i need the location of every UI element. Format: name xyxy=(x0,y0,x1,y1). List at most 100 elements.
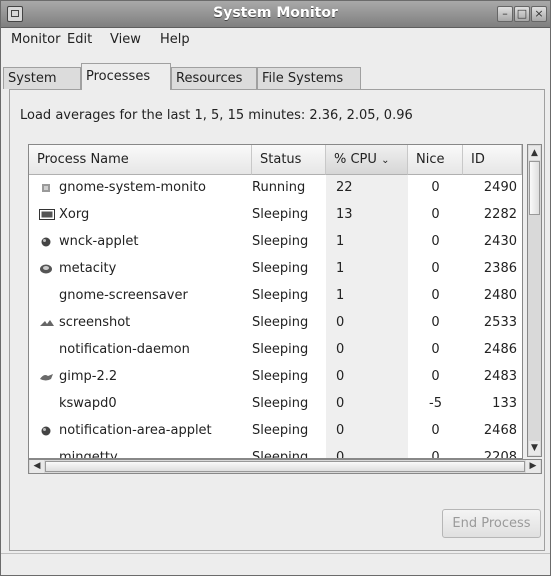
process-name-cell: notification-area-applet xyxy=(59,423,212,438)
tab-system[interactable]: System xyxy=(3,67,81,89)
pid-cell: 2486 xyxy=(483,342,517,357)
column-header-id[interactable]: ID xyxy=(463,145,522,175)
status-cell: Sleeping xyxy=(252,234,309,249)
status-cell: Sleeping xyxy=(252,369,309,384)
table-row[interactable]: Xorg Sleeping 13 0 2282 xyxy=(29,202,522,229)
table-row[interactable]: notification-area-applet Sleeping 0 0 2468 xyxy=(29,418,522,445)
status-cell: Sleeping xyxy=(252,423,309,438)
column-header-process-name-label: Process Name xyxy=(37,152,129,167)
process-name-cell: notification-daemon xyxy=(59,342,190,357)
process-name-cell: Xorg xyxy=(59,207,90,222)
nice-cell: 0 xyxy=(431,207,440,222)
process-name-cell: mingetty xyxy=(59,450,118,459)
table-row[interactable]: gnome-screensaver Sleeping 1 0 2480 xyxy=(29,283,522,310)
tab-file-systems[interactable]: File Systems xyxy=(257,67,361,89)
table-row[interactable]: mingetty Sleeping 0 0 2208 xyxy=(29,445,522,459)
column-header-process-name[interactable]: Process Name xyxy=(29,145,252,175)
window-title: System Monitor xyxy=(213,5,338,21)
process-name-cell: gimp-2.2 xyxy=(59,369,118,384)
close-button[interactable]: × xyxy=(531,6,547,22)
cpu-cell: 0 xyxy=(336,396,345,411)
process-name-cell: screenshot xyxy=(59,315,131,330)
menu-help[interactable]: Help xyxy=(160,32,190,47)
title-bar[interactable]: System Monitor – □ × xyxy=(1,1,550,28)
cpu-cell: 0 xyxy=(336,342,345,357)
table-row[interactable]: notification-daemon Sleeping 0 0 2486 xyxy=(29,337,522,364)
sort-descending-icon: ⌄ xyxy=(381,155,390,166)
process-name-cell: gnome-system-monito xyxy=(59,180,207,195)
menu-edit[interactable]: Edit xyxy=(67,32,92,47)
minimize-button[interactable]: – xyxy=(497,6,513,22)
cpu-cell: 1 xyxy=(336,234,345,249)
vertical-scrollbar[interactable]: ▲ ▼ xyxy=(527,144,542,457)
status-cell: Sleeping xyxy=(252,288,309,303)
maximize-button[interactable]: □ xyxy=(514,6,530,22)
nice-cell: 0 xyxy=(431,234,440,249)
menu-view[interactable]: View xyxy=(110,32,141,47)
system-monitor-window: System Monitor – □ × Monitor Edit View H… xyxy=(0,0,551,576)
scroll-down-icon[interactable]: ▼ xyxy=(529,441,540,455)
status-cell: Sleeping xyxy=(252,315,309,330)
table-row[interactable]: gimp-2.2 Sleeping 0 0 2483 xyxy=(29,364,522,391)
tab-resources[interactable]: Resources xyxy=(171,67,257,89)
pid-cell: 2490 xyxy=(483,180,517,195)
status-cell: Running xyxy=(252,180,306,195)
status-bar xyxy=(1,553,550,575)
horizontal-scroll-thumb[interactable] xyxy=(45,461,525,472)
display-icon xyxy=(39,208,55,222)
pid-cell: 2386 xyxy=(483,261,517,276)
nice-cell: 0 xyxy=(431,342,440,357)
vertical-scroll-thumb[interactable] xyxy=(529,161,540,215)
scroll-up-icon[interactable]: ▲ xyxy=(529,146,540,160)
applet-icon xyxy=(39,235,53,249)
column-header-status-label: Status xyxy=(260,152,302,167)
nice-cell: 0 xyxy=(431,369,440,384)
screenshot-icon xyxy=(39,316,54,330)
cpu-cell: 1 xyxy=(336,288,345,303)
table-row[interactable]: gnome-system-monito Running 22 0 2490 xyxy=(29,175,522,202)
nice-cell: 0 xyxy=(431,180,440,195)
nice-cell: 0 xyxy=(431,261,440,276)
process-name-cell: kswapd0 xyxy=(59,396,117,411)
tab-processes[interactable]: Processes xyxy=(81,63,171,90)
cpu-cell: 0 xyxy=(336,450,345,459)
pid-cell: 2208 xyxy=(483,450,517,459)
metacity-icon xyxy=(39,262,53,276)
cpu-cell: 0 xyxy=(336,423,345,438)
monitor-app-icon xyxy=(39,181,53,195)
column-header-status[interactable]: Status xyxy=(252,145,326,175)
pid-cell: 2468 xyxy=(483,423,517,438)
process-name-cell: gnome-screensaver xyxy=(59,288,188,303)
nice-cell: 0 xyxy=(431,450,440,459)
column-header-cpu-label: % CPU xyxy=(334,152,377,167)
scroll-left-icon[interactable]: ◀ xyxy=(30,460,44,473)
horizontal-scrollbar[interactable]: ◀ ▶ xyxy=(28,459,542,474)
menu-bar: Monitor Edit View Help xyxy=(1,28,550,52)
end-process-button[interactable]: End Process xyxy=(442,509,541,538)
menu-monitor[interactable]: Monitor xyxy=(11,32,60,47)
process-name-cell: metacity xyxy=(59,261,117,276)
table-row[interactable]: wnck-applet Sleeping 1 0 2430 xyxy=(29,229,522,256)
table-row[interactable]: metacity Sleeping 1 0 2386 xyxy=(29,256,522,283)
column-header-cpu[interactable]: % CPU ⌄ xyxy=(326,145,408,175)
nice-cell: 0 xyxy=(431,288,440,303)
pid-cell: 2430 xyxy=(483,234,517,249)
cpu-cell: 22 xyxy=(336,180,353,195)
status-cell: Sleeping xyxy=(252,396,309,411)
pid-cell: 2282 xyxy=(483,207,517,222)
status-cell: Sleeping xyxy=(252,450,309,459)
process-table: Process Name Status % CPU ⌄ Nice ID gnom… xyxy=(28,144,523,459)
column-header-id-label: ID xyxy=(471,152,485,167)
nice-cell: -5 xyxy=(429,396,442,411)
cpu-cell: 0 xyxy=(336,369,345,384)
process-name-cell: wnck-applet xyxy=(59,234,139,249)
status-cell: Sleeping xyxy=(252,342,309,357)
load-averages-label: Load averages for the last 1, 5, 15 minu… xyxy=(20,108,413,123)
scroll-right-icon[interactable]: ▶ xyxy=(526,460,540,473)
pid-cell: 133 xyxy=(492,396,517,411)
table-row[interactable]: kswapd0 Sleeping 0 -5 133 xyxy=(29,391,522,418)
table-row[interactable]: screenshot Sleeping 0 0 2533 xyxy=(29,310,522,337)
column-header-nice[interactable]: Nice xyxy=(408,145,463,175)
nice-cell: 0 xyxy=(431,315,440,330)
cpu-cell: 0 xyxy=(336,315,345,330)
